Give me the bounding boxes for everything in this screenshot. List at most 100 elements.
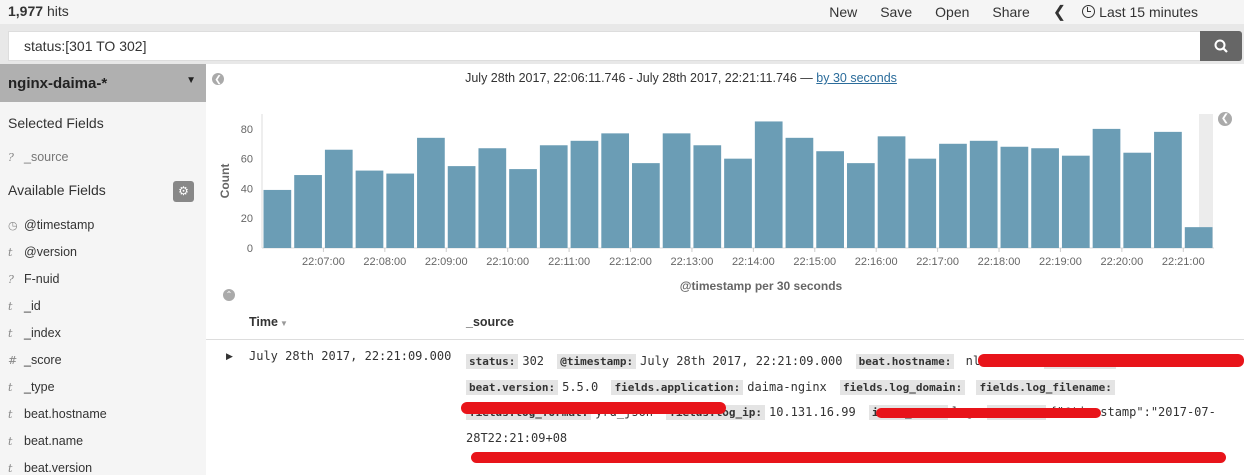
histogram-bar[interactable] [539, 145, 568, 248]
save-button[interactable]: Save [880, 4, 912, 20]
source-field-value: 10.131.16.99 [768, 405, 856, 419]
x-tick-label: 22:19:00 [1039, 256, 1082, 268]
histogram-bar[interactable] [324, 149, 353, 248]
time-column-header[interactable]: Time ▼ [249, 315, 288, 329]
field-item-beat-name[interactable]: t beat.name [8, 434, 83, 448]
histogram-bar[interactable] [1123, 152, 1152, 248]
interval-link[interactable]: by 30 seconds [816, 71, 897, 85]
histogram-bar[interactable] [1092, 128, 1121, 248]
y-tick-label: 60 [241, 154, 253, 166]
field-item-index[interactable]: t _index [8, 326, 61, 340]
histogram-bar[interactable] [294, 175, 322, 248]
histogram-bar[interactable] [877, 136, 906, 248]
histogram-bar[interactable] [601, 133, 630, 248]
histogram-bar[interactable] [693, 145, 722, 248]
histogram-bar[interactable] [1000, 146, 1029, 248]
top-navbar: 1,977 hits New Save Open Share ❮ Last 15… [0, 0, 1244, 24]
doc-table-header: Time ▼ _source [206, 314, 1244, 340]
histogram-bar[interactable] [447, 166, 476, 248]
y-tick-label: 20 [241, 213, 253, 225]
histogram-bar[interactable] [724, 158, 752, 248]
histogram-chart: 0 20 40 60 80 22:07:00 22:08:00 22:09:00 22:10:0… [218, 114, 1214, 293]
redaction-mark [461, 402, 726, 414]
collapse-chart-icon[interactable]: ⌃ [223, 289, 235, 301]
histogram-bar[interactable] [478, 148, 507, 248]
search-input[interactable]: status:[301 TO 302] [8, 31, 1200, 61]
y-tick-label: 80 [241, 124, 253, 136]
x-tick-label: 22:12:00 [609, 256, 652, 268]
histogram-bar[interactable] [509, 169, 537, 248]
histogram-bar[interactable] [662, 133, 691, 248]
field-item-source[interactable]: ? _source [8, 150, 68, 164]
field-item-timestamp[interactable]: ◷ @timestamp [8, 218, 94, 232]
field-item-fnuid[interactable]: ? F-nuid [8, 272, 59, 286]
unknown-type-icon: ? [8, 151, 14, 164]
gear-icon[interactable]: ⚙ [173, 181, 194, 202]
x-tick-label: 22:16:00 [855, 256, 898, 268]
histogram-bar[interactable] [1031, 148, 1059, 248]
search-bar: status:[301 TO 302] [0, 24, 1244, 64]
histogram-bar[interactable] [570, 140, 599, 248]
unknown-type-icon: ? [8, 273, 14, 286]
source-field-key: @timestamp: [557, 354, 637, 369]
available-fields-title: Available Fields [8, 182, 106, 198]
histogram-bar[interactable] [1154, 131, 1182, 248]
source-field-value: 302 [522, 354, 545, 368]
chevron-left-icon[interactable]: ❮ [1053, 2, 1066, 22]
source-field-key: fields.log_filename: [976, 379, 1115, 395]
y-axis-label: Count [218, 164, 232, 199]
expand-row-icon[interactable]: ▶ [226, 351, 233, 362]
histogram-bar[interactable] [969, 140, 998, 248]
source-column-header: _source [466, 315, 514, 329]
x-tick-label: 22:07:00 [302, 256, 345, 268]
histogram-bar[interactable] [632, 163, 660, 248]
clock-icon: ◷ [8, 219, 18, 232]
redaction-mark [471, 452, 1226, 463]
time-picker[interactable]: Last 15 minutes [1082, 4, 1221, 20]
histogram-bar[interactable] [939, 143, 967, 248]
index-pattern-selector[interactable]: nginx-daima-* ▼ [0, 64, 206, 102]
field-item-type[interactable]: t _type [8, 380, 55, 394]
histogram-bar[interactable] [816, 151, 844, 248]
histogram-bar[interactable] [1061, 155, 1090, 248]
x-tick-label: 22:10:00 [486, 256, 529, 268]
main-panel: ❮ July 28th 2017, 22:06:11.746 - July 28… [206, 64, 1244, 475]
histogram-bar[interactable] [417, 137, 445, 248]
x-axis-label: @timestamp per 30 seconds [680, 279, 843, 293]
histogram-bar[interactable] [754, 121, 783, 248]
field-item-beat-version[interactable]: t beat.version [8, 461, 92, 475]
histogram-bar[interactable] [263, 189, 292, 248]
x-tick-label: 22:14:00 [732, 256, 775, 268]
source-field-key: beat.version: [466, 379, 559, 395]
share-button[interactable]: Share [992, 4, 1029, 20]
sort-down-icon[interactable]: ▼ [280, 319, 288, 328]
source-field-key: status: [466, 354, 519, 369]
redaction-mark [876, 408, 1101, 418]
string-type-icon: t [8, 327, 13, 340]
field-item-id[interactable]: t _id [8, 299, 41, 313]
field-item-version[interactable]: t @version [8, 245, 77, 259]
x-tick-label: 22:17:00 [916, 256, 959, 268]
time-range-header: July 28th 2017, 22:06:11.746 - July 28th… [465, 71, 897, 85]
string-type-icon: t [8, 408, 13, 421]
x-tick-label: 22:15:00 [793, 256, 836, 268]
histogram-bar[interactable] [1184, 227, 1213, 248]
histogram-bar[interactable] [386, 173, 415, 248]
histogram-bar[interactable] [908, 158, 937, 248]
new-button[interactable]: New [829, 4, 857, 20]
x-tick-label: 22:09:00 [425, 256, 468, 268]
source-field-value: 5.5.0 [562, 379, 599, 394]
source-field-key: fields.log_domain: [840, 379, 966, 395]
open-button[interactable]: Open [935, 4, 969, 20]
selected-fields-title: Selected Fields [8, 115, 104, 131]
field-item-score[interactable]: # _score [8, 353, 62, 367]
source-field-key: fields.application: [611, 379, 744, 395]
histogram-bar[interactable] [785, 137, 814, 248]
histogram-bar[interactable] [846, 163, 875, 248]
string-type-icon: t [8, 300, 13, 313]
field-item-beat-hostname[interactable]: t beat.hostname [8, 407, 107, 421]
hits-count: 1,977 hits [8, 3, 69, 19]
histogram-bar[interactable] [355, 170, 384, 248]
search-button[interactable] [1200, 31, 1242, 61]
string-type-icon: t [8, 462, 13, 475]
